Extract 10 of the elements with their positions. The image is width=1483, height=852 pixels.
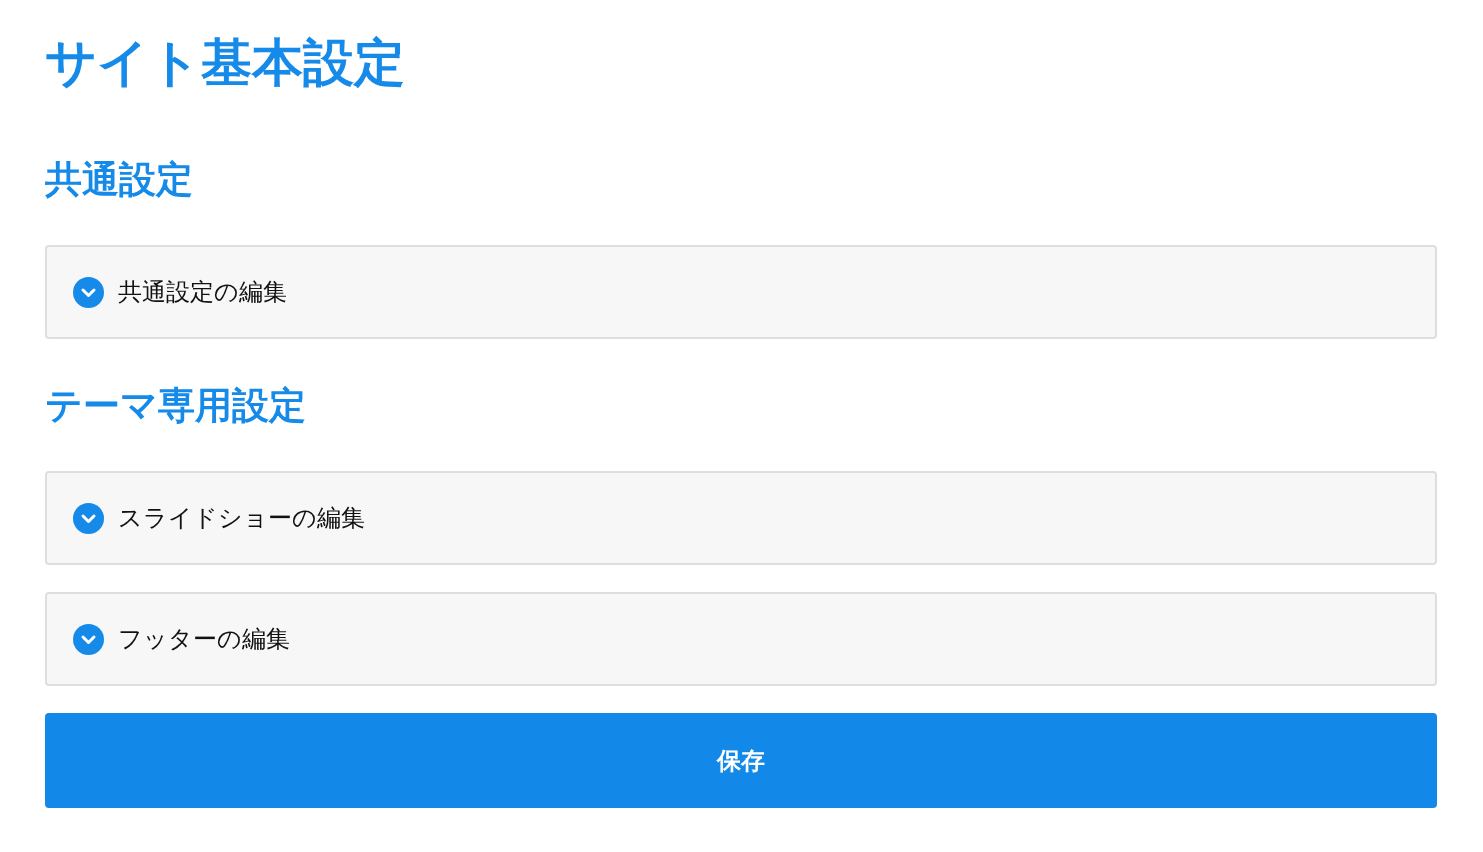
panel-label: スライドショーの編集	[118, 503, 365, 534]
panel-label: 共通設定の編集	[118, 277, 287, 308]
save-button[interactable]: 保存	[45, 713, 1437, 808]
section-heading: 共通設定	[45, 157, 193, 203]
panel-label: フッターの編集	[118, 624, 290, 655]
page-title: サイト基本設定	[45, 32, 405, 94]
section-heading: テーマ専用設定	[45, 383, 306, 429]
accordion-panel[interactable]: フッターの編集	[45, 592, 1437, 686]
accordion-panel[interactable]: スライドショーの編集	[45, 471, 1437, 565]
accordion-panel[interactable]: 共通設定の編集	[45, 245, 1437, 339]
